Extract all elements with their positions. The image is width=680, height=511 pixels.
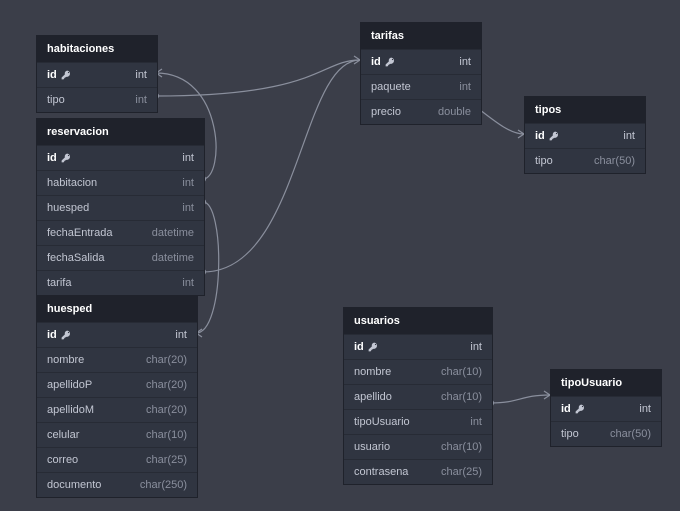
column-row: documentochar(250) <box>37 472 197 497</box>
table-huesped[interactable]: huesped id int nombrechar(20) apellidoPc… <box>36 295 198 498</box>
column-row: id int <box>37 62 157 87</box>
column-row: nombrechar(10) <box>344 359 492 384</box>
table-habitaciones[interactable]: habitaciones id int tipo int <box>36 35 158 113</box>
column-row: apellidochar(10) <box>344 384 492 409</box>
column-row: correochar(25) <box>37 447 197 472</box>
column-row: tipo int <box>37 87 157 112</box>
column-row: id int <box>361 49 481 74</box>
key-icon <box>575 404 585 414</box>
column-row: nombrechar(20) <box>37 347 197 372</box>
key-icon <box>61 153 71 163</box>
column-row: apellidoPchar(20) <box>37 372 197 397</box>
key-icon <box>368 342 378 352</box>
column-row: habitacionint <box>37 170 204 195</box>
column-row: id int <box>37 145 204 170</box>
column-row: tipochar(50) <box>551 421 661 446</box>
table-tarifas[interactable]: tarifas id int paqueteint preciodouble <box>360 22 482 125</box>
table-usuarios[interactable]: usuarios id int nombrechar(10) apellidoc… <box>343 307 493 485</box>
table-header: usuarios <box>344 308 492 334</box>
column-row: fechaEntradadatetime <box>37 220 204 245</box>
column-row: id int <box>37 322 197 347</box>
column-row: id int <box>551 396 661 421</box>
column-row: tipoUsuarioint <box>344 409 492 434</box>
column-row: fechaSalidadatetime <box>37 245 204 270</box>
column-row: id int <box>344 334 492 359</box>
table-tipos[interactable]: tipos id int tipochar(50) <box>524 96 646 174</box>
column-row: usuariochar(10) <box>344 434 492 459</box>
table-header: habitaciones <box>37 36 157 62</box>
column-row: tipochar(50) <box>525 148 645 173</box>
key-icon <box>385 57 395 67</box>
table-header: tarifas <box>361 23 481 49</box>
column-row: preciodouble <box>361 99 481 124</box>
key-icon <box>549 131 559 141</box>
key-icon <box>61 330 71 340</box>
column-row: tarifaint <box>37 270 204 295</box>
column-row: apellidoMchar(20) <box>37 397 197 422</box>
table-header: reservacion <box>37 119 204 145</box>
table-header: huesped <box>37 296 197 322</box>
column-row: huespedint <box>37 195 204 220</box>
table-header: tipoUsuario <box>551 370 661 396</box>
column-row: paqueteint <box>361 74 481 99</box>
table-reservacion[interactable]: reservacion id int habitacionint huesped… <box>36 118 205 296</box>
table-header: tipos <box>525 97 645 123</box>
column-row: celularchar(10) <box>37 422 197 447</box>
column-row: id int <box>525 123 645 148</box>
key-icon <box>61 70 71 80</box>
table-tipoUsuario[interactable]: tipoUsuario id int tipochar(50) <box>550 369 662 447</box>
column-row: contrasenachar(25) <box>344 459 492 484</box>
